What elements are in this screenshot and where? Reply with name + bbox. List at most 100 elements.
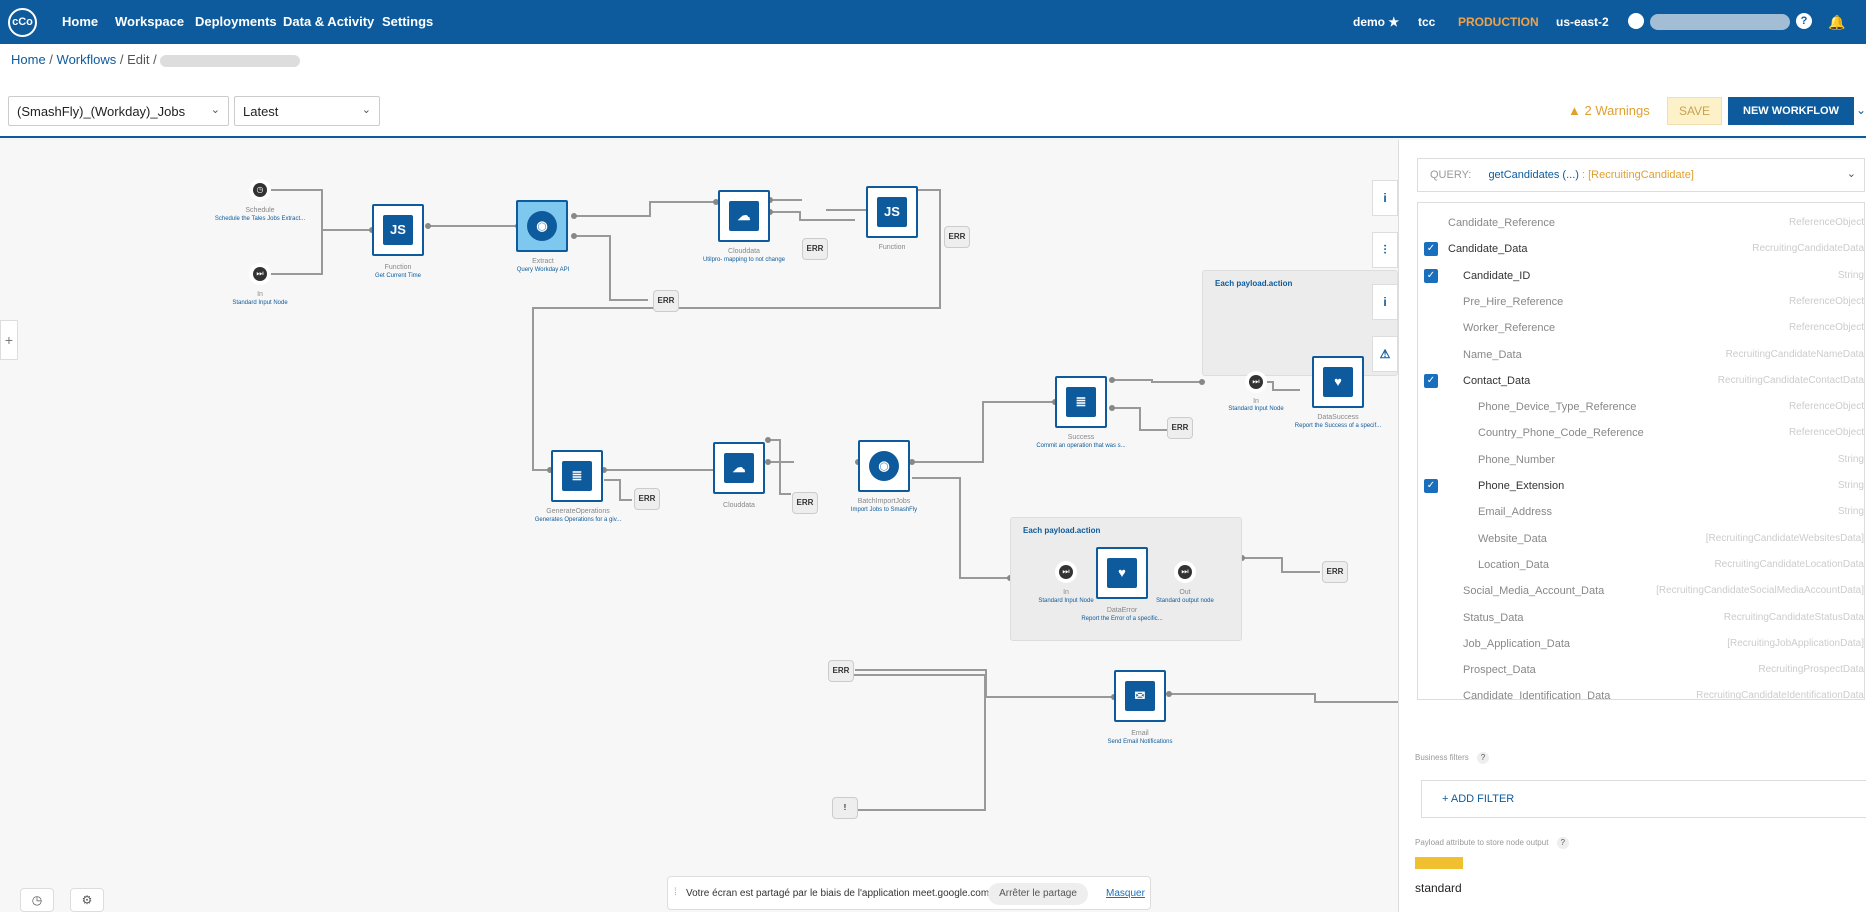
breadcrumb-home[interactable]: Home (11, 52, 46, 67)
tree-row[interactable]: Website_Data [RecruitingCandidateWebsites… (1418, 529, 1864, 551)
checkbox-checked-icon[interactable]: ✓ (1424, 268, 1438, 283)
checkbox-checked-icon[interactable]: ✓ (1424, 479, 1438, 493)
error-node[interactable]: ERR (1167, 417, 1193, 439)
payload-tag-badge (1415, 857, 1463, 869)
warning-input-node[interactable]: ! (832, 797, 858, 819)
tree-row[interactable]: Prospect_Data RecruitingProspectData (1418, 660, 1864, 682)
info-icon[interactable]: i (1372, 180, 1398, 216)
tree-row[interactable]: Location_Data RecruitingCandidateLocation… (1418, 555, 1864, 577)
batch-import-node[interactable]: ◉ (858, 440, 910, 492)
extract-node[interactable]: ◉ (516, 200, 568, 252)
region-label[interactable]: us-east-2 (1556, 15, 1609, 29)
error-node[interactable]: ERR (1322, 561, 1348, 583)
query-selector[interactable]: QUERY: getCandidates (...) : [Recruiting… (1417, 158, 1865, 192)
node-sublabel: Import Jobs to SmashFly (850, 507, 918, 513)
error-node[interactable]: ERR (634, 488, 660, 510)
tree-row[interactable]: ✓ Candidate_Data RecruitingCandidateData (1418, 239, 1864, 261)
stop-sharing-button[interactable]: Arrêter le partage (988, 883, 1088, 905)
group-output-node[interactable]: ⏭ (1174, 561, 1196, 583)
success-node[interactable]: ≣ (1055, 376, 1107, 428)
hide-link[interactable]: Masquer (1106, 888, 1145, 899)
chevron-down-icon: ⌄ (210, 104, 220, 116)
tree-row[interactable]: Phone_Number String (1418, 450, 1864, 472)
error-input-node[interactable]: ERR (828, 660, 854, 682)
tree-row[interactable]: Phone_Device_Type_Reference ReferenceObje… (1418, 397, 1864, 419)
user-name-blurred (1650, 14, 1790, 30)
add-node-button[interactable]: + (0, 320, 18, 360)
tenant-tcc[interactable]: tcc (1418, 15, 1435, 29)
tree-field-type: RecruitingCandidateNameData (1725, 348, 1864, 360)
info-icon[interactable]: i (1372, 284, 1398, 320)
chevron-down-icon: ⌄ (1846, 168, 1856, 180)
clouddata-node[interactable]: ☁ (718, 190, 770, 242)
share-message: Votre écran est partagé par le biais de … (686, 888, 992, 899)
nav-settings[interactable]: Settings (382, 14, 433, 29)
tree-row[interactable]: Candidate_Reference ReferenceObject (1418, 213, 1864, 235)
tree-row[interactable]: ✓ Candidate_ID String (1418, 266, 1864, 288)
bell-icon[interactable]: 🔔 (1828, 14, 1845, 31)
checkbox-checked-icon[interactable]: ✓ (1424, 373, 1438, 388)
schedule-trigger[interactable]: ◷ (249, 179, 271, 201)
tree-field-type: ReferenceObject (1788, 427, 1864, 439)
help-icon[interactable]: ? (1556, 837, 1569, 849)
user-icon[interactable] (1628, 13, 1644, 29)
tree-row[interactable]: Social_Media_Account_Data [RecruitingCand… (1418, 581, 1864, 603)
group-input-node[interactable]: ⏭ (1055, 561, 1077, 583)
tree-row[interactable]: Name_Data RecruitingCandidateNameData (1418, 345, 1864, 367)
help-icon[interactable]: ? (1477, 752, 1490, 764)
environment-label[interactable]: PRODUCTION (1458, 15, 1539, 29)
error-node[interactable]: ERR (653, 290, 679, 312)
chevron-down-icon[interactable]: ⌄ (1856, 103, 1866, 117)
checkbox-checked-icon[interactable]: ✓ (1424, 242, 1438, 257)
chevron-down-icon: ⌄ (361, 104, 371, 116)
business-filters-text: Business filters (1415, 753, 1469, 762)
error-node[interactable]: ERR (944, 226, 970, 248)
tree-row[interactable]: ✓ Contact_Data RecruitingCandidateContactD… (1418, 371, 1864, 393)
breadcrumb-workflows[interactable]: Workflows (57, 52, 117, 67)
data-success-node[interactable]: ♥ (1312, 356, 1364, 408)
function-node[interactable]: JS (866, 186, 918, 238)
workflow-select[interactable]: (SmashFly)_(Workday)_Jobs ⌄ (8, 96, 229, 126)
version-select[interactable]: Latest ⌄ (234, 96, 380, 126)
nav-deployments[interactable]: Deployments (195, 14, 277, 29)
drag-handle-icon[interactable]: ⁞ (674, 887, 677, 898)
node-label: DataError (1106, 607, 1138, 614)
email-node[interactable]: ✉ (1114, 670, 1166, 722)
workflow-canvas[interactable]: + ◷ Schedule Schedule the Tales Jobs Ext… (0, 140, 1398, 912)
warnings-indicator[interactable]: ▲ 2 Warnings (1568, 103, 1650, 118)
payload-attribute-value[interactable]: standard (1415, 881, 1462, 895)
help-icon[interactable]: ? (1796, 13, 1812, 29)
node-label: GenerateOperations (546, 508, 610, 515)
nav-workspace[interactable]: Workspace (115, 14, 184, 29)
new-workflow-button[interactable]: NEW WORKFLOW (1728, 97, 1854, 125)
node-sublabel: Query Workday API (516, 267, 570, 273)
tree-row[interactable]: Candidate_Identification_Data RecruitingC… (1418, 686, 1864, 699)
tree-row[interactable]: Job_Application_Data [RecruitingJobApplic… (1418, 634, 1864, 656)
tenant-demo[interactable]: demo ★ (1353, 15, 1399, 29)
add-filter-button[interactable]: + ADD FILTER (1421, 780, 1866, 818)
tree-row[interactable]: Country_Phone_Code_Reference ReferenceObj… (1418, 423, 1864, 445)
tree-field-type: [RecruitingJobApplicationData] (1727, 637, 1864, 649)
sliders-icon[interactable]: ⫶ (1372, 232, 1398, 268)
clouddata-node[interactable]: ☁ (713, 442, 765, 494)
history-icon[interactable]: ◷ (20, 888, 54, 912)
warning-icon[interactable]: ⚠ (1372, 336, 1398, 372)
save-button[interactable]: SAVE (1667, 97, 1722, 125)
nav-home[interactable]: Home (62, 14, 98, 29)
nav-data-activity[interactable]: Data & Activity (283, 14, 374, 29)
tree-row[interactable]: ✓ Phone_Extension String (1418, 476, 1864, 498)
tree-field-name: Phone_Extension (1478, 480, 1565, 492)
screen-share-bar: ⁞ Votre écran est partagé par le biais d… (667, 876, 1151, 910)
tree-row[interactable]: Status_Data RecruitingCandidateStatusData (1418, 608, 1864, 630)
tree-row[interactable]: Email_Address String (1418, 502, 1864, 524)
tree-row[interactable]: Pre_Hire_Reference ReferenceObject (1418, 292, 1864, 314)
settings-icon[interactable]: ⚙ (70, 888, 104, 912)
input-node[interactable]: ⏭ (249, 263, 271, 285)
each-payload-group[interactable]: Each payload.action (1202, 270, 1398, 376)
function-node[interactable]: JS (372, 204, 424, 256)
generate-operations-node[interactable]: ≣ (551, 450, 603, 502)
skip-forward-icon: ⏭ (1059, 565, 1073, 579)
app-logo[interactable]: cCo (8, 8, 37, 37)
tree-row[interactable]: Worker_Reference ReferenceObject (1418, 318, 1864, 340)
group-input-node[interactable]: ⏭ (1245, 371, 1267, 393)
